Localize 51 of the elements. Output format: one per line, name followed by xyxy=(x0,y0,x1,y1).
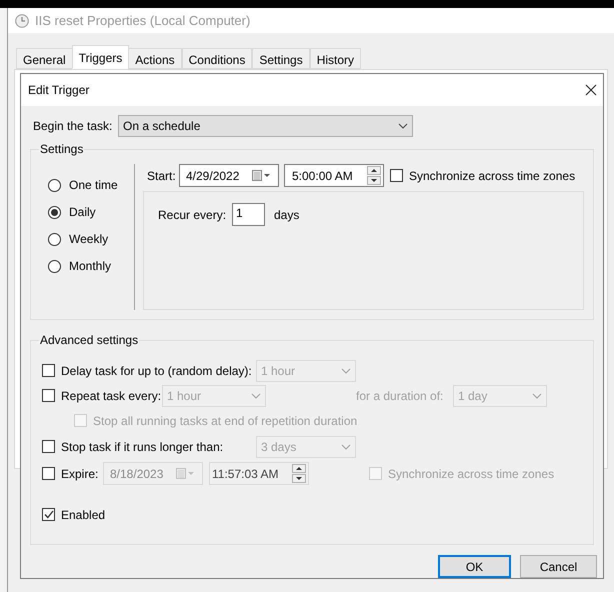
date-field[interactable]: 4/29/2022 xyxy=(179,164,279,187)
caret-icon xyxy=(341,444,351,450)
radio-button[interactable] xyxy=(48,260,61,272)
spinner-icon xyxy=(367,166,381,185)
tab[interactable]: Actions xyxy=(128,48,182,69)
checkbox-label: Stop task if it runs longer than: xyxy=(61,438,224,456)
tab[interactable]: Conditions xyxy=(182,48,252,69)
recur-label: Recur every: xyxy=(158,206,228,224)
caret-icon xyxy=(532,392,542,398)
radio-label: One time xyxy=(69,177,118,194)
group-title: Advanced settings xyxy=(39,333,140,347)
checkbox-label: Synchronize across time zones xyxy=(388,466,554,482)
time-field[interactable]: 5:00:00 AM xyxy=(284,164,384,187)
group-title: Settings xyxy=(39,142,84,156)
caret-icon xyxy=(341,368,351,374)
begin-task-label: Begin the task: xyxy=(33,118,114,135)
radio-label: Monthly xyxy=(69,258,112,275)
start-label: Start: xyxy=(146,168,177,184)
caret-icon xyxy=(251,392,261,398)
radio-label: Daily xyxy=(69,204,96,221)
checkbox-label: Repeat task every: xyxy=(61,388,162,404)
recur-unit: days xyxy=(274,206,300,224)
checkbox-label: Synchronize across time zones xyxy=(409,168,576,184)
duration-label: for a duration of: xyxy=(356,388,444,404)
radio-button[interactable] xyxy=(48,206,61,218)
clock-icon xyxy=(15,14,29,28)
dialog-title: Edit Trigger xyxy=(28,82,90,99)
window-title: IIS reset Properties (Local Computer) xyxy=(35,12,250,30)
spinner-icon xyxy=(292,464,306,483)
close-icon[interactable] xyxy=(585,84,597,96)
calendar-icon xyxy=(176,468,196,479)
checkbox-label: Stop all running tasks at end of repetition duration xyxy=(93,412,358,430)
radio-label: Weekly xyxy=(69,231,108,248)
checkbox-label: Delay task for up to (random delay): xyxy=(61,362,253,380)
checkmark-icon xyxy=(44,510,54,519)
radio-button[interactable] xyxy=(48,232,61,246)
calendar-icon xyxy=(252,170,272,181)
dropdown[interactable]: On a schedule xyxy=(118,115,413,137)
dialog-button[interactable]: OK xyxy=(438,555,511,578)
recur-field[interactable]: 1 xyxy=(232,203,265,226)
tab[interactable]: History xyxy=(310,48,362,69)
dialog-button[interactable]: Cancel xyxy=(520,555,597,578)
tab[interactable]: Triggers xyxy=(72,45,130,69)
checkbox-label: Enabled xyxy=(61,506,106,524)
radio-button[interactable] xyxy=(48,178,61,192)
caret-icon xyxy=(398,123,408,129)
tab[interactable]: General xyxy=(16,48,73,69)
checkbox-label: Expire: xyxy=(61,466,100,482)
checkbox[interactable] xyxy=(390,169,403,182)
checkbox[interactable] xyxy=(42,508,55,521)
tab[interactable]: Settings xyxy=(252,48,310,69)
